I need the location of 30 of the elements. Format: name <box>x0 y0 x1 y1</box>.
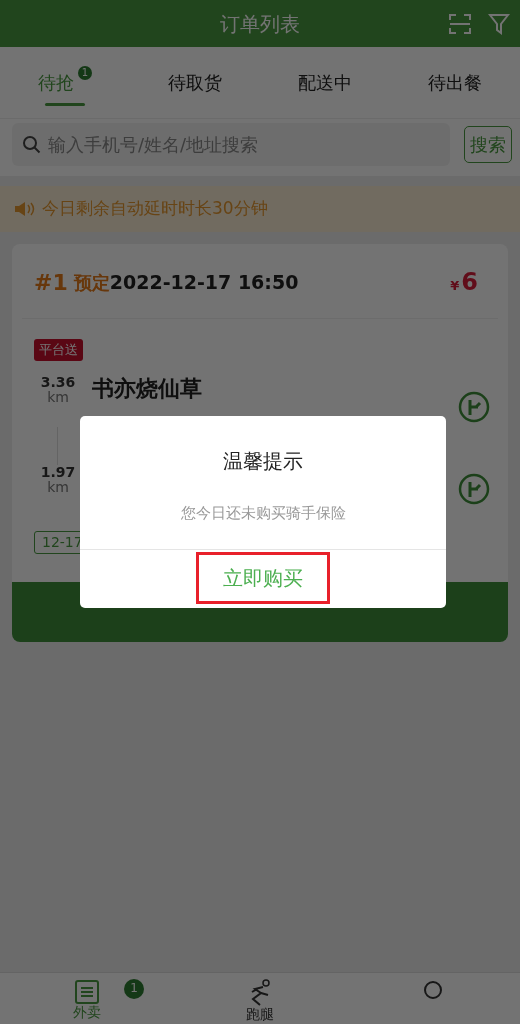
order-tab[interactable]: 待出餐 <box>390 47 520 118</box>
order-tab[interactable]: 配送中 <box>260 47 390 118</box>
order-type: 预定 <box>73 270 110 295</box>
order-tab[interactable]: 待抢 1 <box>0 47 130 118</box>
shop-name: 书亦烧仙草 <box>92 374 203 403</box>
filter-icon[interactable] <box>488 12 510 35</box>
list-icon <box>73 979 100 1005</box>
order-number: #1 <box>34 268 68 297</box>
dialog-title: 温馨提示 <box>223 448 303 475</box>
dialog-message: 您今日还未购买骑手保险 <box>180 503 346 524</box>
notice-text: 今日剩余自动延时时长30分钟 <box>42 197 268 221</box>
navigation-icon[interactable] <box>458 390 490 423</box>
bottom-nav-item[interactable]: 跑腿 <box>173 973 347 1024</box>
count-badge: 1 <box>124 979 144 999</box>
order-tab[interactable]: 待取货 <box>130 47 260 118</box>
bottom-nav-item[interactable]: 外卖 1 <box>0 973 174 1024</box>
search-button[interactable]: 搜索 <box>464 126 512 163</box>
search-icon <box>22 135 42 155</box>
distance-label: 3.36 km <box>39 374 77 406</box>
order-time: 2022-12-17 16:50 <box>109 269 299 295</box>
order-price: ¥6 <box>450 267 478 298</box>
speaker-icon <box>14 200 36 218</box>
circle-icon <box>422 979 445 1001</box>
buy-now-button[interactable]: 立即购买 <box>196 551 330 604</box>
navigation-icon[interactable] <box>458 472 490 505</box>
count-badge: 1 <box>78 65 92 80</box>
page-title: 订单列表 <box>220 10 300 38</box>
distance-label: 1.97 km <box>39 464 77 496</box>
scan-icon[interactable] <box>448 12 472 35</box>
delivery-tag: 平台送 <box>34 339 83 361</box>
